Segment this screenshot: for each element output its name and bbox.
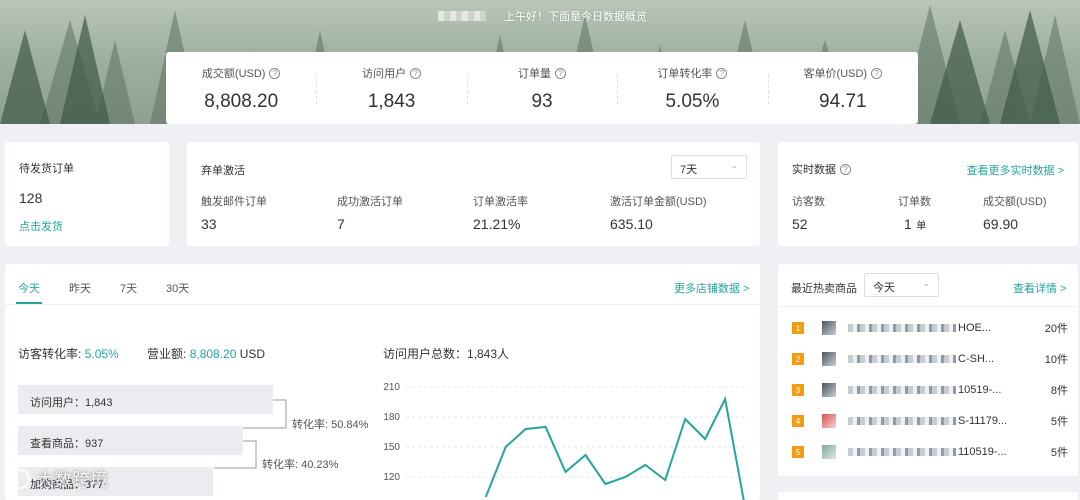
hot-title: 最近热卖商品	[791, 283, 857, 295]
more-realtime-link[interactable]: 查看更多实时数据 >	[967, 162, 1064, 178]
kpi-label: 客单价(USD)	[803, 68, 868, 80]
watermark: 大数跨境	[10, 466, 108, 492]
bottom-right-card	[778, 492, 1078, 500]
blurred-name	[848, 324, 956, 332]
realtime-title: 实时数据	[792, 164, 836, 176]
sold-count: 10件	[1044, 354, 1068, 366]
product-name-tail: S-11179...	[958, 415, 1008, 427]
product-thumbnail	[822, 321, 836, 335]
kpi-value: 94.71	[819, 91, 867, 112]
hot-item[interactable]: 5 110519-... 5件	[792, 442, 1068, 462]
rank-badge: 5	[792, 446, 804, 458]
chevron-down-icon: ⌄	[922, 278, 930, 288]
y-tick-label: 180	[383, 412, 400, 423]
metric-label: 成交额(USD)	[983, 196, 1047, 208]
funnel-conv-2: 转化率: 40.23%	[262, 459, 339, 471]
rank-badge: 3	[792, 384, 804, 396]
metric-value: 52	[792, 216, 808, 232]
blurred-name	[848, 448, 956, 456]
blurred-name	[848, 355, 956, 363]
sold-count: 8件	[1050, 385, 1068, 397]
y-tick-label: 210	[383, 382, 400, 393]
rank-badge: 1	[792, 322, 804, 334]
visitors-line-chart: 210 180 150 120	[383, 382, 745, 500]
metric-label: 订单数	[898, 196, 931, 208]
y-tick-label: 150	[383, 442, 400, 453]
product-name-tail: HOE...	[958, 322, 992, 334]
hot-item[interactable]: 3 10519-... 8件	[792, 380, 1068, 400]
sold-count: 20件	[1044, 323, 1068, 335]
metric-unit: 单	[916, 221, 927, 232]
product-name-tail: C-SH...	[958, 353, 995, 365]
visitors-series-line	[484, 395, 745, 500]
help-icon[interactable]: ?	[840, 163, 851, 175]
product-name: C-SH...	[848, 353, 1016, 365]
hot-details-link[interactable]: 查看详情 >	[1013, 280, 1066, 296]
realtime-card: 实时数据? 查看更多实时数据 > 访客数 52 订单数 1 单 成交额(USD)…	[778, 142, 1078, 246]
hot-item[interactable]: 1 HOE... 20件	[792, 318, 1068, 338]
blurred-name	[848, 417, 956, 425]
product-thumbnail	[822, 383, 836, 397]
metric-value: 69.90	[983, 216, 1019, 232]
help-icon[interactable]: ?	[871, 67, 883, 79]
product-thumbnail	[822, 352, 836, 366]
hot-item[interactable]: 2 C-SH... 10件	[792, 349, 1068, 369]
metric-label: 访客数	[792, 196, 825, 208]
watermark-logo-icon	[10, 469, 30, 489]
blurred-name	[848, 386, 956, 394]
kpi-avg-order: 客单价(USD)? 94.71	[767, 52, 918, 124]
product-name: S-11179...	[848, 415, 1016, 427]
hot-range-select[interactable]: 今天 ⌄	[864, 273, 939, 297]
sold-count: 5件	[1050, 416, 1068, 428]
y-tick-label: 120	[383, 472, 400, 483]
funnel-conv-1: 转化率: 50.84%	[292, 419, 369, 431]
realtime-header: 实时数据?	[792, 161, 851, 177]
product-name: HOE...	[848, 322, 1016, 334]
range-value: 今天	[873, 282, 895, 294]
product-name: 10519-...	[848, 384, 1016, 396]
hot-divider	[778, 306, 1078, 307]
product-thumbnail	[822, 414, 836, 428]
product-name: 110519-...	[848, 446, 1016, 458]
product-name-tail: 110519-...	[958, 446, 1007, 458]
rank-badge: 2	[792, 353, 804, 365]
metric-value: 1	[904, 216, 912, 232]
watermark-text: 大数跨境	[36, 470, 108, 490]
hot-item[interactable]: 4 S-11179... 5件	[792, 411, 1068, 431]
sold-count: 5件	[1050, 447, 1068, 459]
rank-badge: 4	[792, 415, 804, 427]
product-thumbnail	[822, 445, 836, 459]
metric-value-group: 1 单	[904, 216, 926, 234]
product-name-tail: 10519-...	[958, 384, 1002, 396]
